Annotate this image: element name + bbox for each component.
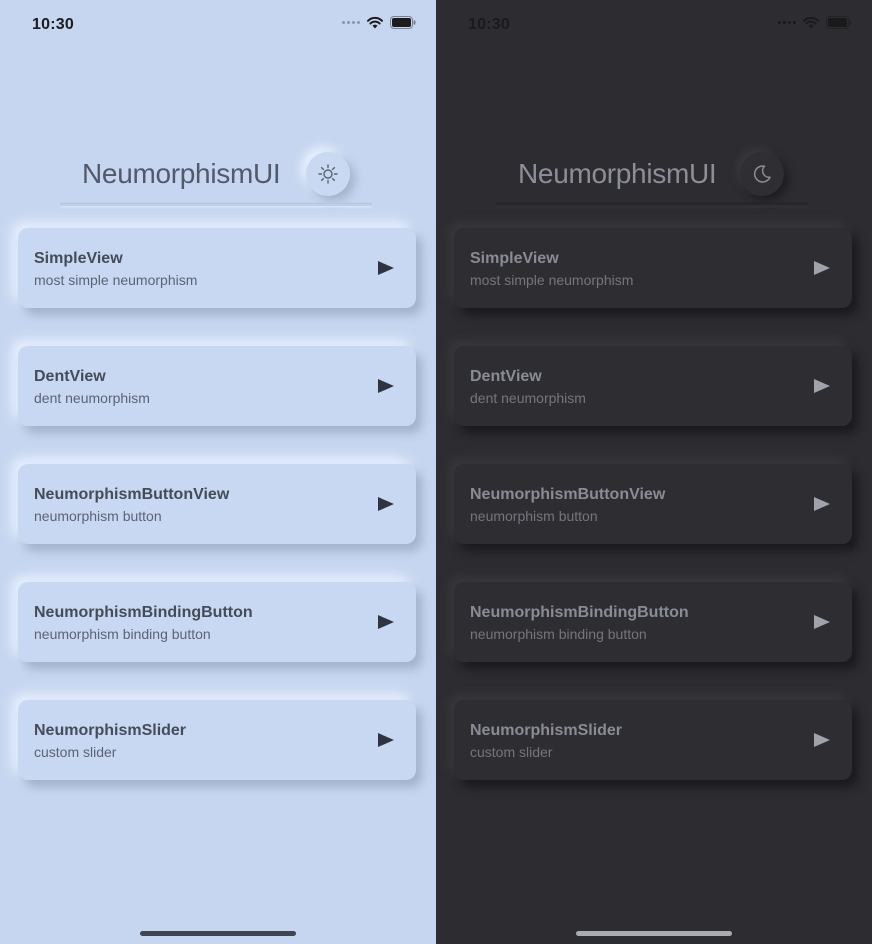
play-icon <box>814 615 830 629</box>
list-item-neumorphismbuttonview[interactable]: NeumorphismButtonView neumorphism button <box>454 464 852 544</box>
cellular-signal-icon <box>342 21 360 24</box>
item-title: NeumorphismSlider <box>34 722 187 739</box>
play-icon <box>814 497 830 511</box>
header-divider <box>496 204 808 206</box>
item-title: NeumorphismBindingButton <box>470 604 689 621</box>
item-subtitle: neumorphism button <box>470 508 598 524</box>
item-title: SimpleView <box>34 250 123 267</box>
status-bar: 10:30 <box>436 14 872 38</box>
item-subtitle: neumorphism binding button <box>34 626 211 642</box>
item-subtitle: custom slider <box>470 744 553 760</box>
play-icon <box>814 379 830 393</box>
play-icon <box>378 615 394 629</box>
status-icons <box>342 16 416 29</box>
list-item-neumorphismslider[interactable]: NeumorphismSlider custom slider <box>18 700 416 780</box>
app-header: NeumorphismUI <box>436 152 872 206</box>
item-subtitle: custom slider <box>34 744 117 760</box>
item-subtitle: neumorphism button <box>34 508 162 524</box>
list-item-simpleview[interactable]: SimpleView most simple neumorphism <box>18 228 416 308</box>
wifi-icon <box>803 16 819 29</box>
home-indicator[interactable] <box>576 931 732 936</box>
wifi-icon <box>367 16 383 29</box>
play-icon <box>378 261 394 275</box>
item-subtitle: neumorphism binding button <box>470 626 647 642</box>
play-icon <box>378 497 394 511</box>
comparison-stage: 10:30 NeumorphismUI SimpleView most simp… <box>0 0 872 944</box>
app-header: NeumorphismUI <box>0 152 436 206</box>
theme-toggle-button[interactable] <box>306 152 350 196</box>
header-divider <box>60 204 372 206</box>
status-time: 10:30 <box>468 16 510 33</box>
status-bar: 10:30 <box>0 14 436 38</box>
play-icon <box>814 733 830 747</box>
item-title: NeumorphismSlider <box>470 722 623 739</box>
home-indicator[interactable] <box>140 931 296 936</box>
menu-list: SimpleView most simple neumorphism DentV… <box>18 228 416 818</box>
list-item-neumorphismbuttonview[interactable]: NeumorphismButtonView neumorphism button <box>18 464 416 544</box>
battery-icon <box>826 16 852 29</box>
light-mode-screen: 10:30 NeumorphismUI SimpleView most simp… <box>0 0 436 944</box>
status-icons <box>778 16 852 29</box>
page-title: NeumorphismUI <box>518 158 717 189</box>
battery-icon <box>390 16 416 29</box>
sun-icon <box>318 164 338 184</box>
list-item-dentview[interactable]: DentView dent neumorphism <box>18 346 416 426</box>
page-title: NeumorphismUI <box>82 158 281 189</box>
theme-toggle-button[interactable] <box>740 152 784 196</box>
item-subtitle: most simple neumorphism <box>470 272 634 288</box>
menu-list: SimpleView most simple neumorphism DentV… <box>454 228 852 818</box>
item-title: NeumorphismButtonView <box>470 486 666 503</box>
play-icon <box>378 379 394 393</box>
item-title: NeumorphismBindingButton <box>34 604 253 621</box>
list-item-simpleview[interactable]: SimpleView most simple neumorphism <box>454 228 852 308</box>
item-title: DentView <box>34 368 106 385</box>
moon-icon <box>753 165 771 183</box>
item-title: SimpleView <box>470 250 559 267</box>
item-subtitle: dent neumorphism <box>34 390 150 406</box>
list-item-neumorphismbindingbutton[interactable]: NeumorphismBindingButton neumorphism bin… <box>454 582 852 662</box>
list-item-neumorphismbindingbutton[interactable]: NeumorphismBindingButton neumorphism bin… <box>18 582 416 662</box>
play-icon <box>814 261 830 275</box>
play-icon <box>378 733 394 747</box>
list-item-neumorphismslider[interactable]: NeumorphismSlider custom slider <box>454 700 852 780</box>
item-title: NeumorphismButtonView <box>34 486 230 503</box>
item-title: DentView <box>470 368 542 385</box>
dark-mode-screen: 10:30 NeumorphismUI SimpleView most simp… <box>436 0 872 944</box>
status-time: 10:30 <box>32 16 74 33</box>
item-subtitle: dent neumorphism <box>470 390 586 406</box>
cellular-signal-icon <box>778 21 796 24</box>
item-subtitle: most simple neumorphism <box>34 272 198 288</box>
list-item-dentview[interactable]: DentView dent neumorphism <box>454 346 852 426</box>
